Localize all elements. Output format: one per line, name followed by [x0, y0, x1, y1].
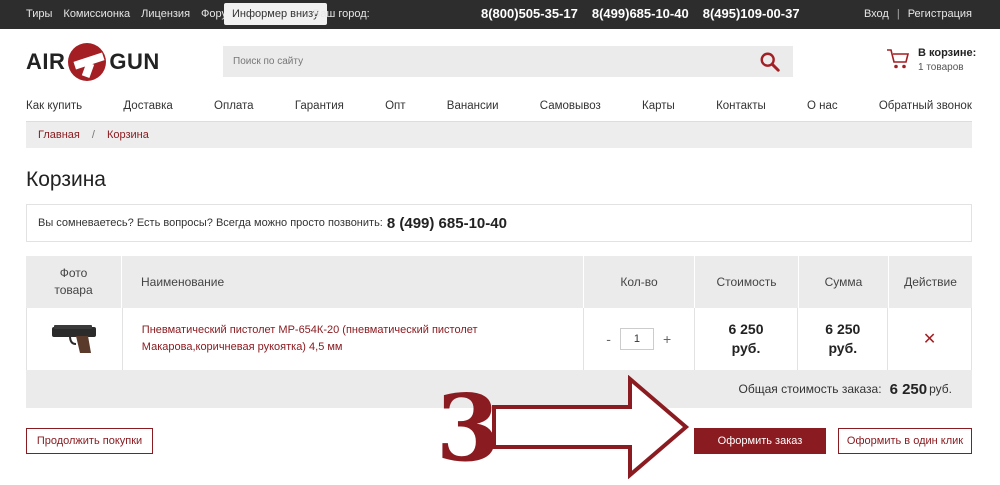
- question-banner: Вы сомневаетесь? Есть вопросы? Всегда мо…: [26, 204, 972, 242]
- search-input[interactable]: [223, 46, 743, 77]
- quantity-stepper: - +: [606, 328, 671, 350]
- one-click-order-button[interactable]: Оформить в один клик: [838, 428, 972, 454]
- phone-numbers: 8(800)505-35-17 8(499)685-10-40 8(495)10…: [481, 6, 800, 21]
- nav-payment[interactable]: Оплата: [214, 100, 254, 112]
- cart-widget[interactable]: В корзине: 1 товаров: [886, 47, 976, 73]
- checkout-button[interactable]: Оформить заказ: [694, 428, 826, 454]
- col-price: Стоимость: [695, 256, 799, 308]
- top-link-komissionka[interactable]: Комиссионка: [63, 8, 130, 20]
- continue-shopping-button[interactable]: Продолжить покупки: [26, 428, 153, 454]
- top-links: Тиры Комиссионка Лицензия Форум: [26, 8, 245, 20]
- register-link[interactable]: Регистрация: [908, 8, 972, 20]
- search-icon[interactable]: [759, 51, 781, 73]
- auth-separator: |: [896, 8, 900, 20]
- nav-wholesale[interactable]: Опт: [385, 100, 405, 112]
- breadcrumb-separator: /: [91, 129, 95, 141]
- product-photo[interactable]: [27, 308, 123, 370]
- delete-icon[interactable]: ✕: [923, 329, 936, 349]
- breadcrumb-current[interactable]: Корзина: [107, 129, 149, 141]
- price-cell: 6 250 руб.: [695, 308, 799, 370]
- total-label: Общая стоимость заказа:: [738, 382, 882, 396]
- logo-text-right: GUN: [109, 49, 160, 74]
- total-value: 6 250: [889, 380, 928, 398]
- top-link-license[interactable]: Лицензия: [141, 8, 190, 20]
- table-row: Пневматический пистолет МР-654К-20 (пнев…: [26, 308, 972, 370]
- product-name[interactable]: Пневматический пистолет МР-654К-20 (пнев…: [123, 308, 584, 370]
- question-phone[interactable]: 8 (499) 685-10-40: [387, 215, 507, 232]
- page-title: Корзина: [26, 168, 106, 191]
- nav-vacancies[interactable]: Ванансии: [447, 100, 499, 112]
- phone-2[interactable]: 8(499)685-10-40: [592, 6, 689, 21]
- search-bar: [223, 46, 793, 77]
- phone-3[interactable]: 8(495)109-00-37: [703, 6, 800, 21]
- qty-cell: - +: [584, 308, 695, 370]
- cart-count: 1 товаров: [918, 62, 964, 73]
- nav-contacts[interactable]: Контакты: [716, 100, 766, 112]
- top-link-tiry[interactable]: Тиры: [26, 8, 52, 20]
- site-logo[interactable]: AIR GUN: [26, 42, 160, 82]
- qty-minus-button[interactable]: -: [606, 331, 611, 347]
- cart-title: В корзине:: [918, 47, 977, 59]
- qty-input[interactable]: [619, 328, 654, 350]
- breadcrumb-home[interactable]: Главная: [38, 129, 80, 141]
- informer-button[interactable]: Информер внизу: [224, 3, 327, 25]
- nav-maps[interactable]: Карты: [642, 100, 675, 112]
- sum-cell: 6 250 руб.: [798, 308, 889, 370]
- nav-warranty[interactable]: Гарантия: [295, 100, 344, 112]
- login-link[interactable]: Вход: [864, 8, 889, 20]
- price-unit: руб.: [731, 340, 761, 356]
- logo-text-left: AIR: [26, 49, 66, 74]
- price-value: 6 250: [728, 321, 764, 337]
- right-arrow-icon: [492, 375, 690, 479]
- top-bar: Тиры Комиссионка Лицензия Форум Информер…: [0, 0, 1000, 29]
- nav-delivery[interactable]: Доставка: [123, 100, 172, 112]
- nav-callback[interactable]: Обратный звонок: [879, 100, 972, 112]
- col-photo: Фото товара: [26, 256, 122, 308]
- breadcrumb: Главная / Корзина: [26, 122, 972, 148]
- phone-1[interactable]: 8(800)505-35-17: [481, 6, 578, 21]
- col-qty: Кол-во: [584, 256, 695, 308]
- nav-how-to-buy[interactable]: Как купить: [26, 100, 82, 112]
- pistol-icon: [52, 325, 97, 353]
- col-action: Действие: [904, 275, 957, 289]
- question-text: Вы сомневаетесь? Есть вопросы? Всегда мо…: [38, 217, 383, 229]
- table-header: Фото товара Наименование Кол-во Стоимост…: [26, 256, 972, 308]
- main-nav: Как купить Доставка Оплата Гарантия Опт …: [26, 100, 972, 112]
- auth-links: Вход | Регистрация: [864, 8, 972, 20]
- sum-value: 6 250: [825, 321, 861, 337]
- city-label[interactable]: Ваш город:: [313, 8, 370, 20]
- nav-pickup[interactable]: Самовывоз: [540, 100, 601, 112]
- col-sum: Сумма: [799, 256, 889, 308]
- logo-mark-icon: [68, 43, 107, 81]
- qty-plus-button[interactable]: +: [663, 331, 671, 347]
- cart-icon: [887, 49, 910, 69]
- sum-unit: руб.: [828, 340, 858, 356]
- action-cell: ✕: [888, 308, 971, 370]
- nav-about[interactable]: О нас: [807, 100, 838, 112]
- col-name: Наименование: [122, 256, 584, 308]
- total-unit: руб.: [929, 382, 952, 396]
- col-photo-label: Фото товара: [54, 266, 93, 297]
